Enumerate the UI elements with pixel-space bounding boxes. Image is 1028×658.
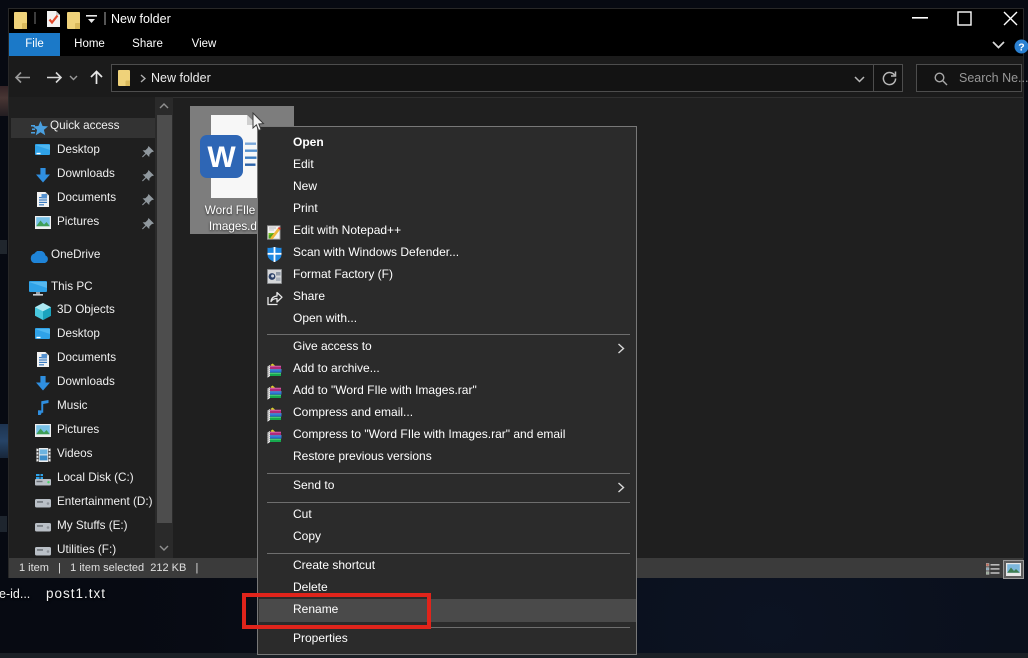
- svg-text:W: W: [207, 141, 236, 174]
- svg-text:?: ?: [1018, 41, 1024, 53]
